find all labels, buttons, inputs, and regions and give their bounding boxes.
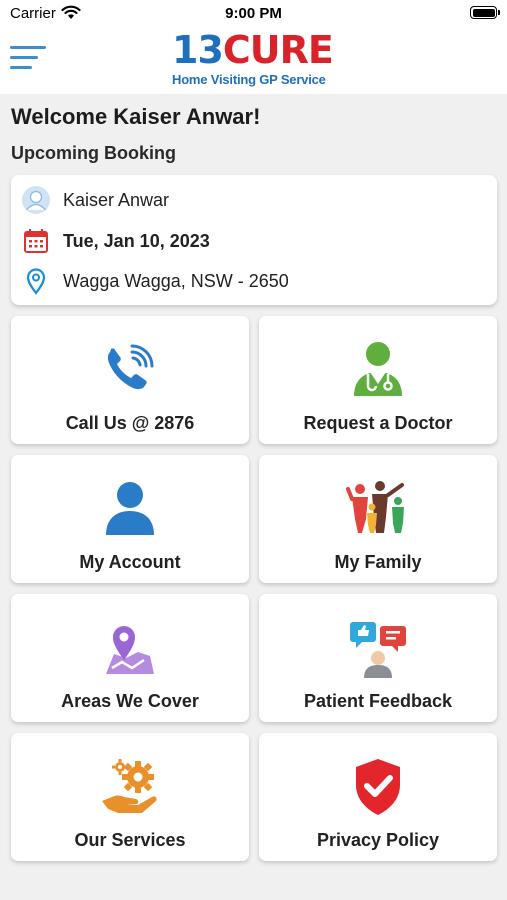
booking-date-row: Tue, Jan 10, 2023 — [11, 226, 497, 256]
tile-my-family[interactable]: My Family — [259, 455, 497, 583]
upcoming-booking-heading: Upcoming Booking — [11, 143, 176, 163]
booking-patient-row: Kaiser Anwar — [11, 185, 497, 215]
logo-word: CURE — [222, 28, 334, 72]
tile-request-doctor[interactable]: Request a Doctor — [259, 316, 497, 444]
logo: 13CURE Home Visiting GP Service — [172, 28, 344, 90]
app-header: 13CURE Home Visiting GP Service — [0, 28, 507, 94]
booking-location: Wagga Wagga, NSW - 2650 — [63, 271, 289, 291]
tile-label: My Family — [334, 552, 422, 572]
booking-date: Tue, Jan 10, 2023 — [63, 231, 210, 251]
booking-patient-name: Kaiser Anwar — [63, 190, 170, 210]
location-pin-icon — [26, 268, 46, 295]
map-pin-icon — [106, 626, 154, 674]
logo-tagline: Home Visiting GP Service — [172, 72, 326, 87]
family-icon — [346, 481, 404, 533]
tile-our-services[interactable]: Our Services — [11, 733, 249, 861]
shield-check-icon — [356, 759, 400, 815]
logo-number: 13 — [172, 28, 224, 72]
tile-call-us[interactable]: Call Us @ 2876 — [11, 316, 249, 444]
status-bar: Carrier 9:00 PM — [0, 0, 507, 28]
feedback-icon — [350, 622, 406, 678]
patient-avatar-icon — [22, 186, 50, 214]
tile-label: My Account — [79, 552, 181, 572]
tile-label: Areas We Cover — [61, 691, 199, 711]
doctor-icon — [354, 342, 402, 396]
user-icon — [106, 482, 154, 535]
booking-location-row: Wagga Wagga, NSW - 2650 — [11, 266, 497, 296]
welcome-heading: Welcome Kaiser Anwar! — [11, 104, 261, 129]
battery-icon — [470, 6, 500, 19]
tile-label: Our Services — [74, 830, 186, 850]
tile-privacy-policy[interactable]: Privacy Policy — [259, 733, 497, 861]
tile-areas-we-cover[interactable]: Areas We Cover — [11, 594, 249, 722]
phone-icon — [107, 344, 154, 390]
tile-label: Privacy Policy — [316, 830, 440, 850]
tile-label: Patient Feedback — [303, 691, 453, 711]
tile-my-account[interactable]: My Account — [11, 455, 249, 583]
hamburger-menu-icon[interactable] — [10, 43, 46, 73]
tile-label: Request a Doctor — [303, 413, 453, 433]
tile-patient-feedback[interactable]: Patient Feedback — [259, 594, 497, 722]
clock: 9:00 PM — [225, 5, 282, 22]
services-gear-icon — [102, 759, 157, 813]
calendar-icon — [24, 229, 48, 253]
tile-label: Call Us @ 2876 — [65, 413, 195, 433]
upcoming-booking-card[interactable]: Kaiser Anwar Tue, Jan 10, 2023 Wagga Wag… — [11, 175, 497, 305]
